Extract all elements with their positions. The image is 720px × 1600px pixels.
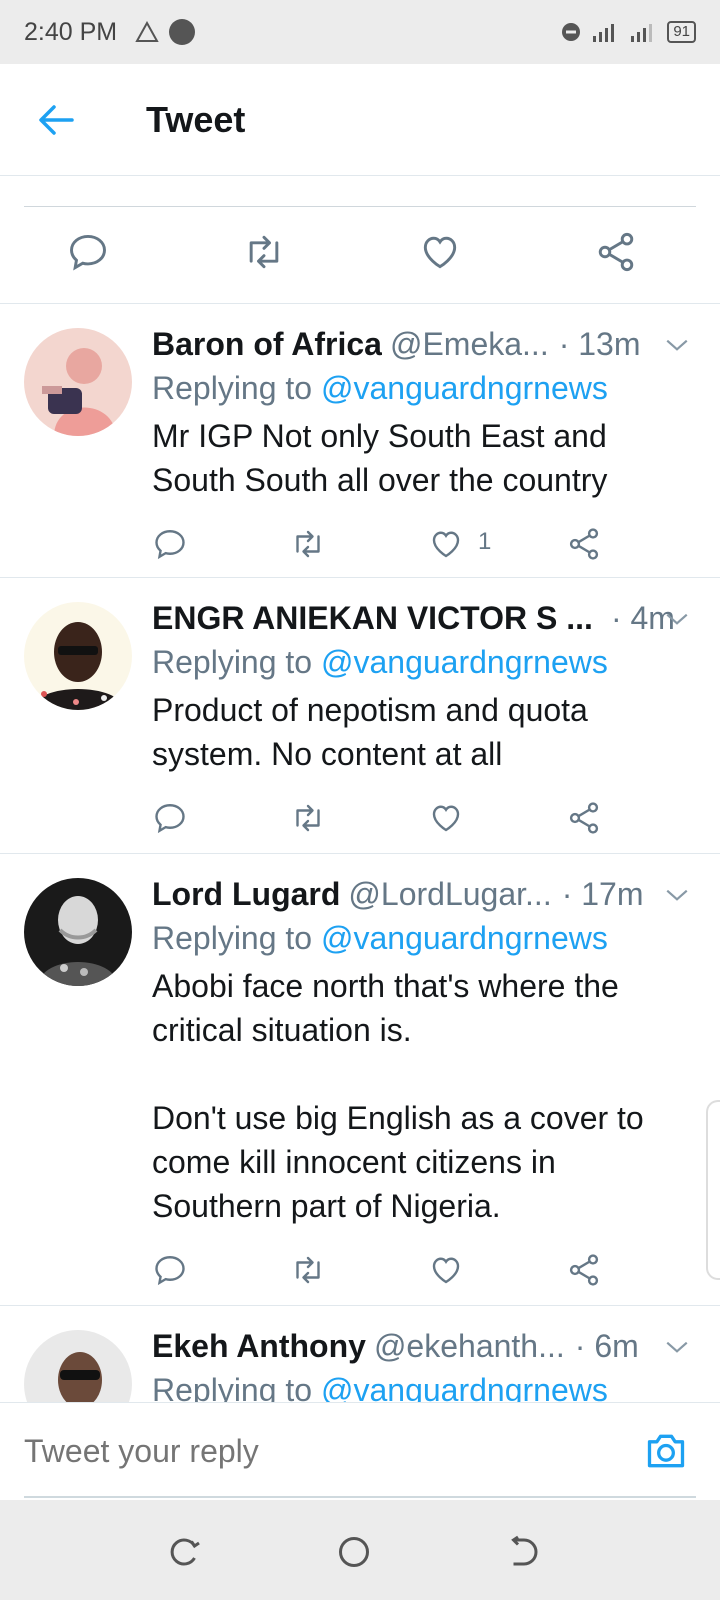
- back-icon[interactable]: [506, 1534, 542, 1570]
- like-icon[interactable]: [428, 1252, 464, 1288]
- replying-to: Replying to @vanguardngrnews: [152, 1368, 720, 1402]
- tweet-time: · 6m: [574, 1328, 639, 1364]
- tweet-time: · 17m: [561, 876, 644, 912]
- avatar[interactable]: [24, 878, 132, 986]
- avatar[interactable]: [24, 328, 132, 436]
- tweet-text: Abobi face north that's where the critic…: [152, 968, 644, 1224]
- signal-1-icon: [593, 24, 615, 42]
- home-icon[interactable]: [336, 1534, 372, 1570]
- camera-icon[interactable]: [644, 1429, 688, 1473]
- reply-composer: [0, 1402, 720, 1498]
- replying-to-link[interactable]: @vanguardngrnews: [321, 644, 608, 680]
- replying-to: Replying to @vanguardngrnews: [152, 920, 608, 956]
- retweet-icon[interactable]: [290, 1252, 326, 1288]
- main-tweet-actions: [0, 176, 720, 304]
- share-icon[interactable]: [566, 800, 602, 836]
- status-time: 2:40 PM: [24, 17, 118, 46]
- replying-to-link[interactable]: @vanguardngrnews: [321, 1372, 608, 1402]
- tweet-text: Mr IGP Not only South East and South Sou…: [152, 418, 608, 498]
- alert-triangle-icon: [135, 21, 159, 42]
- author-name[interactable]: Baron of Africa: [152, 322, 382, 366]
- author-name[interactable]: Lord Lugard: [152, 872, 340, 916]
- reply-tweet[interactable]: Lord Lugard @LordLugar... · 17m Replying…: [0, 854, 720, 1306]
- notification-dot-icon: [169, 19, 196, 45]
- like-count: 1: [478, 528, 492, 555]
- replying-to-link[interactable]: @vanguardngrnews: [321, 920, 608, 956]
- author-handle[interactable]: @Emeka...: [390, 322, 549, 366]
- avatar[interactable]: [24, 1330, 132, 1402]
- reply-input[interactable]: [24, 1433, 584, 1470]
- divider: [24, 206, 696, 207]
- share-icon[interactable]: [594, 230, 638, 274]
- input-underline: [24, 1496, 696, 1498]
- like-icon[interactable]: [418, 230, 462, 274]
- status-bar: 2:40 PM 91: [0, 0, 720, 64]
- chevron-down-icon[interactable]: [664, 882, 690, 908]
- author-handle[interactable]: @ekehanth...: [374, 1324, 565, 1368]
- author-handle[interactable]: @LordLugar...: [348, 872, 551, 916]
- share-icon[interactable]: [566, 526, 602, 562]
- reply-tweet[interactable]: Ekeh Anthony @ekehanth... · 6m Replying …: [0, 1306, 720, 1402]
- chevron-down-icon[interactable]: [664, 1334, 690, 1360]
- reply-icon[interactable]: [152, 1252, 188, 1288]
- like-icon[interactable]: [428, 800, 464, 836]
- author-name[interactable]: ENGR ANIEKAN VICTOR S ...: [152, 596, 593, 640]
- retweet-icon[interactable]: [242, 230, 286, 274]
- replying-to: Replying to @vanguardngrnews: [152, 644, 608, 680]
- reply-tweet[interactable]: Baron of Africa @Emeka... · 13m Replying…: [0, 304, 720, 578]
- replying-to-link[interactable]: @vanguardngrnews: [321, 370, 608, 406]
- app-bar: Tweet: [0, 64, 720, 176]
- system-nav-bar: [0, 1500, 720, 1600]
- share-icon[interactable]: [566, 1252, 602, 1288]
- replying-to: Replying to @vanguardngrnews: [152, 370, 608, 406]
- back-button[interactable]: [28, 92, 84, 148]
- arrow-left-icon: [39, 104, 74, 135]
- replies-feed[interactable]: Baron of Africa @Emeka... · 13m Replying…: [0, 304, 720, 1402]
- battery-icon: 91: [667, 21, 696, 43]
- reply-icon[interactable]: [66, 230, 110, 274]
- retweet-icon[interactable]: [290, 800, 326, 836]
- retweet-icon[interactable]: [290, 526, 326, 562]
- reply-icon[interactable]: [152, 526, 188, 562]
- like-icon[interactable]: [428, 526, 464, 562]
- tweet-time: · 13m: [558, 326, 641, 362]
- chevron-down-icon[interactable]: [664, 332, 690, 358]
- chevron-down-icon[interactable]: [664, 606, 690, 632]
- reply-icon[interactable]: [152, 800, 188, 836]
- recent-apps-icon[interactable]: [166, 1534, 202, 1570]
- do-not-disturb-icon: [562, 23, 581, 41]
- avatar[interactable]: [24, 602, 132, 710]
- scroll-handle[interactable]: [706, 1100, 720, 1280]
- signal-2-icon: [631, 24, 653, 42]
- page-title: Tweet: [146, 98, 246, 140]
- reply-tweet[interactable]: ENGR ANIEKAN VICTOR S ... · 4m Replying …: [0, 578, 720, 854]
- author-name[interactable]: Ekeh Anthony: [152, 1324, 366, 1368]
- tweet-text: Product of nepotism and quota system. No…: [152, 692, 588, 772]
